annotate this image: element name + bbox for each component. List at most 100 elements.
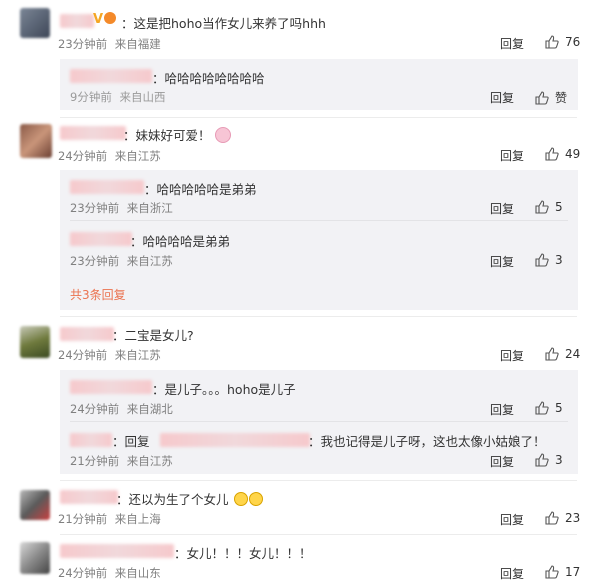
reply-meta: 24分钟前 来自湖北	[70, 401, 173, 417]
comment-text: ：这是把hoho当作女儿来养了吗hhh	[121, 16, 326, 31]
comment-location: 来自山东	[114, 566, 161, 580]
thumbs-up-icon	[535, 401, 549, 415]
reply-text: ：哈哈哈哈哈是弟弟	[144, 182, 257, 197]
reply-location: 来自湖北	[126, 402, 173, 416]
reply-button[interactable]: 回复	[490, 253, 514, 270]
comment-item: ：二宝是女儿? 24分钟前 来自江苏 回复 24 ：是儿子。。。hoho是儿子 …	[0, 318, 591, 480]
mentioned-username[interactable]	[160, 433, 310, 447]
divider	[60, 480, 577, 481]
reply-location: 来自江苏	[126, 254, 173, 268]
thumbs-up-icon	[545, 147, 559, 161]
comment-meta: 24分钟前 来自江苏	[58, 148, 161, 164]
reply-username[interactable]	[70, 232, 132, 246]
reply-list: ：哈哈哈哈哈是弟弟 23分钟前 来自浙江 回复 5 ：哈哈哈哈是弟弟 23分钟前…	[60, 170, 578, 310]
reply-location: 来自江苏	[126, 454, 173, 468]
reply-button[interactable]: 回复	[490, 401, 514, 418]
like-button[interactable]: 49	[545, 147, 580, 161]
reply-divider	[70, 220, 568, 221]
reply-location: 来自山西	[119, 90, 166, 104]
comment-location: 来自江苏	[114, 348, 161, 362]
reply-button[interactable]: 回复	[500, 511, 524, 528]
like-button[interactable]: 23	[545, 511, 580, 525]
like-count: 赞	[555, 91, 568, 105]
comment-item: V ：这是把hoho当作女儿来养了吗hhh 23分钟前 来自福建 回复 76 ：…	[0, 0, 591, 120]
reply-item: ：回复 ：我也记得是儿子呀，这也太像小姑娘了！ 21分钟前 来自江苏 回复 3	[60, 423, 578, 474]
comment-item: ：女儿！！！女儿！！！ 24分钟前 来自山东 回复 17	[0, 536, 591, 584]
comment-location: 来自上海	[114, 512, 161, 526]
thumbs-up-icon	[535, 200, 549, 214]
comment-text: ：妹妹好可爱！	[123, 125, 231, 144]
divider	[60, 534, 577, 535]
like-count: 23	[565, 511, 581, 525]
username[interactable]	[60, 126, 126, 140]
like-count: 49	[565, 147, 581, 161]
username[interactable]	[60, 544, 174, 558]
comment-text-content: ：还以为生了个女儿	[116, 492, 229, 507]
reply-meta: 23分钟前 来自浙江	[70, 200, 173, 216]
avatar[interactable]	[20, 124, 52, 158]
reply-button[interactable]: 回复	[500, 35, 524, 52]
like-count: 3	[555, 453, 563, 467]
reply-item: ：是儿子。。。hoho是儿子 24分钟前 来自湖北 回复 5	[60, 370, 578, 422]
comment-time: 24分钟前	[58, 348, 108, 362]
like-button[interactable]: 赞	[535, 89, 567, 106]
reply-button[interactable]: 回复	[490, 200, 514, 217]
divider	[60, 316, 577, 317]
comment-meta: 24分钟前 来自山东	[58, 565, 161, 581]
comment-time: 24分钟前	[58, 149, 108, 163]
like-button[interactable]: 3	[535, 453, 563, 467]
thumbs-up-icon	[535, 253, 549, 267]
reply-username[interactable]	[70, 433, 112, 447]
avatar[interactable]	[20, 326, 50, 358]
reply-location: 来自浙江	[126, 201, 173, 215]
reply-button[interactable]: 回复	[500, 347, 524, 364]
laugh-cry-emoji-icon	[233, 492, 248, 506]
reply-time: 23分钟前	[70, 254, 120, 268]
reply-list: ：哈哈哈哈哈哈哈哈 9分钟前 来自山西 回复 赞	[60, 59, 578, 110]
username[interactable]	[60, 490, 118, 504]
reply-button[interactable]: 回复	[500, 565, 524, 582]
comment-item: ：妹妹好可爱！ 24分钟前 来自江苏 回复 49 ：哈哈哈哈哈是弟弟 23分钟前…	[0, 118, 591, 318]
view-more-replies-link[interactable]: 共3条回复	[70, 286, 126, 303]
like-count: 5	[555, 200, 563, 214]
comment-meta: 23分钟前 来自福建	[58, 36, 161, 52]
reply-meta: 9分钟前 来自山西	[70, 89, 165, 105]
comment-time: 21分钟前	[58, 512, 108, 526]
username[interactable]	[60, 327, 114, 341]
like-button[interactable]: 5	[535, 200, 563, 214]
reply-username[interactable]	[70, 69, 152, 83]
like-button[interactable]: 76	[545, 35, 580, 49]
reply-meta: 23分钟前 来自江苏	[70, 253, 173, 269]
like-button[interactable]: 5	[535, 401, 563, 415]
reply-username[interactable]	[70, 180, 144, 194]
avatar[interactable]	[20, 490, 50, 520]
reply-divider	[70, 421, 568, 422]
comment-text: ：女儿！！！女儿！！！	[174, 546, 312, 561]
like-count: 5	[555, 401, 563, 415]
thumbs-up-icon	[545, 35, 559, 49]
like-button[interactable]: 17	[545, 565, 580, 579]
thumbs-up-icon	[545, 347, 559, 361]
comment-meta: 24分钟前 来自江苏	[58, 347, 161, 363]
reply-text: ：哈哈哈哈是弟弟	[130, 234, 231, 249]
reply-meta: 21分钟前 来自江苏	[70, 453, 173, 469]
laugh-cry-emoji-icon	[248, 492, 263, 506]
reply-button[interactable]: 回复	[490, 89, 514, 106]
reply-username[interactable]	[70, 380, 152, 394]
reply-list: ：是儿子。。。hoho是儿子 24分钟前 来自湖北 回复 5 ：回复 ：我也记得…	[60, 370, 578, 474]
thumbs-up-icon	[535, 90, 549, 105]
reply-button[interactable]: 回复	[490, 453, 514, 470]
username[interactable]	[60, 14, 94, 28]
thumbs-up-icon	[545, 565, 559, 579]
like-count: 17	[565, 565, 581, 579]
reply-prefix: ：回复	[112, 434, 150, 449]
reply-button[interactable]: 回复	[500, 147, 524, 164]
like-button[interactable]: 3	[535, 253, 563, 267]
avatar[interactable]	[20, 8, 50, 38]
comment-text: ：还以为生了个女儿	[116, 489, 263, 508]
thumbs-up-icon	[545, 511, 559, 525]
like-button[interactable]: 24	[545, 347, 580, 361]
avatar[interactable]	[20, 542, 50, 574]
like-count: 3	[555, 253, 563, 267]
reply-time: 24分钟前	[70, 402, 120, 416]
